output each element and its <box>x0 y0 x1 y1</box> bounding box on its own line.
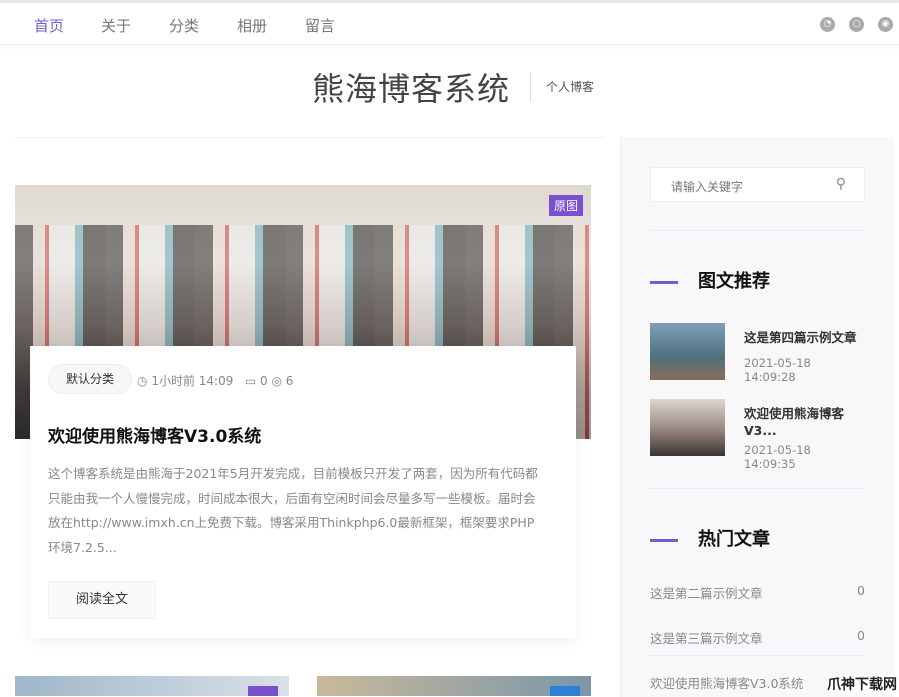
heading-text: 热门文章 <box>698 529 770 550</box>
list-item[interactable]: 这是第二篇示例文章 0 <box>650 583 865 602</box>
qq-icon[interactable]: ○ <box>849 17 864 32</box>
post-title[interactable]: 欢迎使用熊海博客V3.0系统 <box>48 422 261 447</box>
divider <box>650 655 865 656</box>
heading-bar <box>650 538 678 542</box>
eye-icon: ◎ <box>271 374 282 388</box>
heading-text: 图文推荐 <box>698 271 770 292</box>
thumbnail <box>650 323 725 380</box>
list-item[interactable]: 这是第三篇示例文章 0 <box>650 628 865 647</box>
item-date: 2021-05-18 14:09:35 <box>744 443 811 471</box>
watermark: 爪神下载网 <box>827 674 897 694</box>
divider <box>650 230 865 231</box>
divider <box>530 72 531 102</box>
post-time: 1小时前 14:09 <box>151 374 234 388</box>
post-excerpt: 这个博客系统是由熊海于2021年5月开发完成，目前模板只开发了两套，因为所有代码… <box>48 466 538 555</box>
category-tag[interactable]: 默认分类 <box>48 364 132 394</box>
post-card: 默认分类 ◷ 1小时前 14:09 ▭ 0 ◎ 6 欢迎使用熊海博客V3.0系统… <box>30 346 576 638</box>
list-item[interactable]: 这是第四篇示例文章 2021-05-18 14:09:28 <box>650 323 865 384</box>
read-more-button[interactable]: 阅读全文 <box>48 581 156 619</box>
item-title[interactable]: 欢迎使用熊海博客V3... <box>744 405 869 439</box>
view-count: 6 <box>285 374 294 388</box>
weibo-icon[interactable]: ◉ <box>878 17 893 32</box>
item-count: 0 <box>857 583 865 598</box>
recommended-heading: 图文推荐 <box>650 267 770 293</box>
nav-about[interactable]: 关于 <box>101 15 131 36</box>
nav-category[interactable]: 分类 <box>169 15 199 36</box>
item-count: 0 <box>857 628 865 643</box>
item-date: 2021-05-18 14:09:28 <box>744 356 811 384</box>
nav-home[interactable]: 首页 <box>34 15 64 36</box>
divider <box>650 488 865 489</box>
sidebar: 请输入关键字 ⚲ 图文推荐 这是第四篇示例文章 2021-05-18 14:09… <box>620 137 894 697</box>
site-subtitle: 个人博客 <box>546 80 595 94</box>
search-input[interactable]: 请输入关键字 ⚲ <box>650 167 865 202</box>
search-icon[interactable]: ⚲ <box>836 176 846 192</box>
comment-count: 0 <box>259 374 268 388</box>
item-title[interactable]: 这是第三篇示例文章 <box>650 631 763 646</box>
item-title[interactable]: 这是第四篇示例文章 <box>744 329 869 346</box>
site-title[interactable]: 熊海博客系统 <box>312 64 510 110</box>
top-nav: 首页 关于 分类 相册 留言 ◔ ○ ◉ <box>0 3 899 45</box>
hot-heading: 热门文章 <box>650 525 770 551</box>
heading-bar <box>650 280 678 284</box>
clock-icon: ◷ <box>137 374 148 388</box>
comment-icon: ▭ <box>244 374 257 388</box>
thumbnail <box>650 399 725 456</box>
nav-album[interactable]: 相册 <box>237 15 267 36</box>
search-placeholder: 请输入关键字 <box>671 180 744 194</box>
post-badge <box>550 686 580 696</box>
divider <box>15 137 605 138</box>
nav-message[interactable]: 留言 <box>305 15 335 36</box>
post-meta: ◷ 1小时前 14:09 ▭ 0 ◎ 6 <box>137 372 293 389</box>
item-title[interactable]: 这是第二篇示例文章 <box>650 586 763 601</box>
original-badge: 原图 <box>548 195 583 216</box>
original-badge <box>248 686 278 696</box>
list-item[interactable]: 欢迎使用熊海博客V3... 2021-05-18 14:09:35 <box>650 399 865 471</box>
wechat-icon[interactable]: ◔ <box>820 17 835 32</box>
item-title[interactable]: 欢迎使用熊海博客V3.0系统 <box>650 676 803 691</box>
